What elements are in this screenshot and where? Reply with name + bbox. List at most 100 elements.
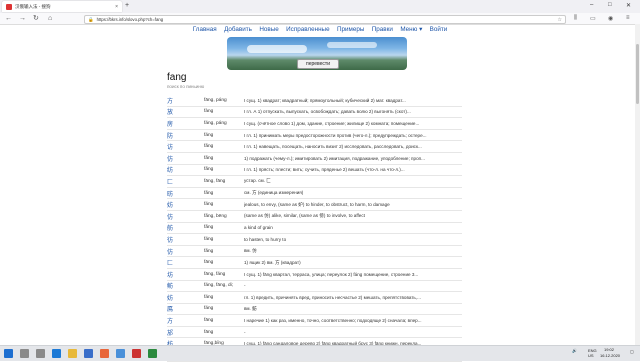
hanzi-link[interactable]: 仿 bbox=[167, 154, 204, 163]
firefox-icon[interactable] bbox=[100, 349, 109, 358]
list-item: 仿 fǎng, bēng (same as 仿) alike, similar, (… bbox=[167, 211, 462, 223]
home-icon[interactable]: ⌂ bbox=[48, 14, 52, 23]
nav-corrected[interactable]: Исправленные bbox=[286, 26, 329, 33]
list-item: 妨 fáng jealous, to envy, (same as 妒) to hi… bbox=[167, 199, 462, 211]
sidebar-icon[interactable]: ▭ bbox=[590, 15, 596, 22]
file-explorer-icon[interactable] bbox=[68, 349, 77, 358]
list-item: 彷 fáng to hasten, to hurry to bbox=[167, 234, 462, 246]
task-view-icon[interactable] bbox=[36, 349, 45, 358]
bookmark-star-icon[interactable]: ☆ bbox=[558, 17, 562, 23]
start-icon[interactable] bbox=[4, 349, 13, 358]
list-item: 房 fáng, páng I сущ. (счётное слово 1) дом,… bbox=[167, 118, 462, 130]
app-icon[interactable] bbox=[132, 349, 141, 358]
list-item: 放 fàng I гл. А 1) отпускать, выпускать, ос… bbox=[167, 107, 462, 119]
close-window-button[interactable]: ✕ bbox=[626, 2, 631, 9]
definition: I сущ. (счётное слово 1) дом, здание, ст… bbox=[244, 120, 420, 126]
back-icon[interactable]: ← bbox=[5, 14, 12, 23]
definition: I сущ. 1) fāng квартал, терраса, улица; … bbox=[244, 271, 419, 277]
hanzi-link[interactable]: 鳫 bbox=[167, 304, 204, 313]
nav-edits[interactable]: Правки bbox=[372, 26, 393, 33]
hanzi-link[interactable]: 舫 bbox=[167, 223, 204, 232]
page-scrollbar[interactable] bbox=[635, 24, 640, 345]
list-item: 坊 fāng, fáng I сущ. 1) fāng квартал, терра… bbox=[167, 269, 462, 281]
definition: вм. 仿 bbox=[244, 248, 257, 254]
store-icon[interactable] bbox=[84, 349, 93, 358]
pinyin: fáng, fāng, di; bbox=[204, 283, 234, 289]
definition: (same as 仿) alike, similar, (same as 傍) … bbox=[244, 213, 365, 219]
list-item: 方 fāng, páng I сущ. 1) квадрат; квадратный… bbox=[167, 95, 462, 107]
definition: вм. 鲂 bbox=[244, 305, 257, 311]
nav-menu[interactable]: Меню ▾ bbox=[400, 26, 422, 33]
pinyin: fáng bbox=[204, 306, 214, 312]
volume-icon[interactable]: 🔊 bbox=[572, 348, 577, 353]
definition: to hasten, to hurry to bbox=[244, 236, 287, 242]
clock-date: 16.12.2020 bbox=[600, 353, 621, 358]
hanzi-link[interactable]: 方 bbox=[167, 96, 204, 105]
clock-time: 19:02 bbox=[604, 347, 615, 352]
maximize-button[interactable]: □ bbox=[608, 2, 612, 8]
hanzi-link[interactable]: 纺 bbox=[167, 165, 204, 174]
hanzi-link[interactable]: 妨 bbox=[167, 293, 204, 302]
hanzi-link[interactable]: 妨 bbox=[167, 200, 204, 209]
address-url[interactable]: https://bkrs.info/slovo.php?ch=fang bbox=[97, 17, 558, 22]
definition: jealous, to envy, (same as 妒) to hinder,… bbox=[244, 201, 390, 207]
hanzi-link[interactable]: 访 bbox=[167, 142, 204, 151]
list-item: 访 fǎng I гл. 1) навещать, посещать, наноси… bbox=[167, 141, 462, 153]
site-navigation: Главная Добавить Новые Исправленные Прим… bbox=[0, 26, 640, 33]
browser-tab[interactable]: 汉俄输入法 - 搜狗 × bbox=[2, 1, 122, 12]
tab-title: 汉俄输入法 - 搜狗 bbox=[15, 3, 51, 9]
nav-login[interactable]: Войти bbox=[430, 26, 448, 33]
nav-new[interactable]: Новые bbox=[259, 26, 278, 33]
notifications-icon[interactable]: ▢ bbox=[630, 349, 634, 354]
scrollbar-thumb[interactable] bbox=[636, 44, 639, 104]
list-item: 方 fāng I наречие 1) как раз, именно, точно… bbox=[167, 315, 462, 327]
hanzi-link[interactable]: 放 bbox=[167, 107, 204, 116]
pinyin: fǎng bbox=[204, 155, 214, 161]
hanzi-link[interactable]: 匚 bbox=[167, 258, 204, 267]
nav-add[interactable]: Добавить bbox=[224, 26, 252, 33]
language-indicator[interactable]: ENG US bbox=[588, 348, 597, 358]
browser-nav-bar: ← → ↻ ⌂ 🔒 https://bkrs.info/slovo.php?ch… bbox=[0, 13, 640, 25]
list-item: 纺 fǎng I гл. 1) прясть; плести; вить; сучи… bbox=[167, 165, 462, 177]
list-item: 鳫 fáng вм. 鲂 bbox=[167, 304, 462, 316]
translate-button[interactable]: перевести bbox=[297, 59, 339, 69]
definition: I гл. 1) принимать меры предосторожности… bbox=[244, 132, 427, 138]
hanzi-link[interactable]: 彷 bbox=[167, 235, 204, 244]
pinyin: fǎng bbox=[204, 248, 214, 254]
nav-examples[interactable]: Примеры bbox=[337, 26, 364, 33]
address-bar[interactable]: 🔒 https://bkrs.info/slovo.php?ch=fang ☆ bbox=[84, 15, 566, 24]
hanzi-link[interactable]: 房 bbox=[167, 119, 204, 128]
list-item: 鲂 fáng, fāng, di; - bbox=[167, 281, 462, 293]
hanzi-link[interactable]: 防 bbox=[167, 131, 204, 140]
hanzi-link[interactable]: 坊 bbox=[167, 270, 204, 279]
hanzi-link[interactable]: 仿 bbox=[167, 212, 204, 221]
definition: a kind of grain bbox=[244, 225, 273, 231]
tab-close-button[interactable]: × bbox=[115, 4, 118, 10]
definition: устар. см. 匚 bbox=[244, 178, 271, 184]
app-icon[interactable] bbox=[148, 349, 157, 358]
hanzi-link[interactable]: 匚 bbox=[167, 177, 204, 186]
minimize-button[interactable]: – bbox=[590, 2, 593, 8]
definition: см. 方 (единица измерения) bbox=[244, 190, 304, 196]
nav-home[interactable]: Главная bbox=[193, 26, 217, 33]
mail-icon[interactable] bbox=[116, 349, 125, 358]
lock-icon: 🔒 bbox=[88, 16, 94, 22]
menu-icon[interactable]: ≡ bbox=[626, 15, 630, 21]
edge-icon[interactable] bbox=[52, 349, 61, 358]
account-icon[interactable]: ◉ bbox=[608, 15, 613, 22]
new-tab-button[interactable]: + bbox=[125, 2, 129, 9]
pinyin: fǎng bbox=[204, 167, 214, 173]
site-favicon-icon bbox=[6, 3, 12, 10]
library-icon[interactable]: ⫼ bbox=[574, 15, 577, 22]
hanzi-link[interactable]: 鲂 bbox=[167, 281, 204, 290]
forward-icon[interactable]: → bbox=[19, 14, 26, 23]
search-icon[interactable] bbox=[20, 349, 29, 358]
hanzi-link[interactable]: 仿 bbox=[167, 247, 204, 256]
list-item: 匚 fāng 1) ящик 2) вм. 方 (квадрат) bbox=[167, 257, 462, 269]
hanzi-link[interactable]: 昉 bbox=[167, 189, 204, 198]
list-item: 昉 fǎng см. 方 (единица измерения) bbox=[167, 188, 462, 200]
page-title: fang bbox=[167, 72, 187, 83]
hanzi-link[interactable]: 方 bbox=[167, 316, 204, 325]
hanzi-link[interactable]: 邡 bbox=[167, 328, 204, 337]
reload-icon[interactable]: ↻ bbox=[33, 14, 39, 23]
